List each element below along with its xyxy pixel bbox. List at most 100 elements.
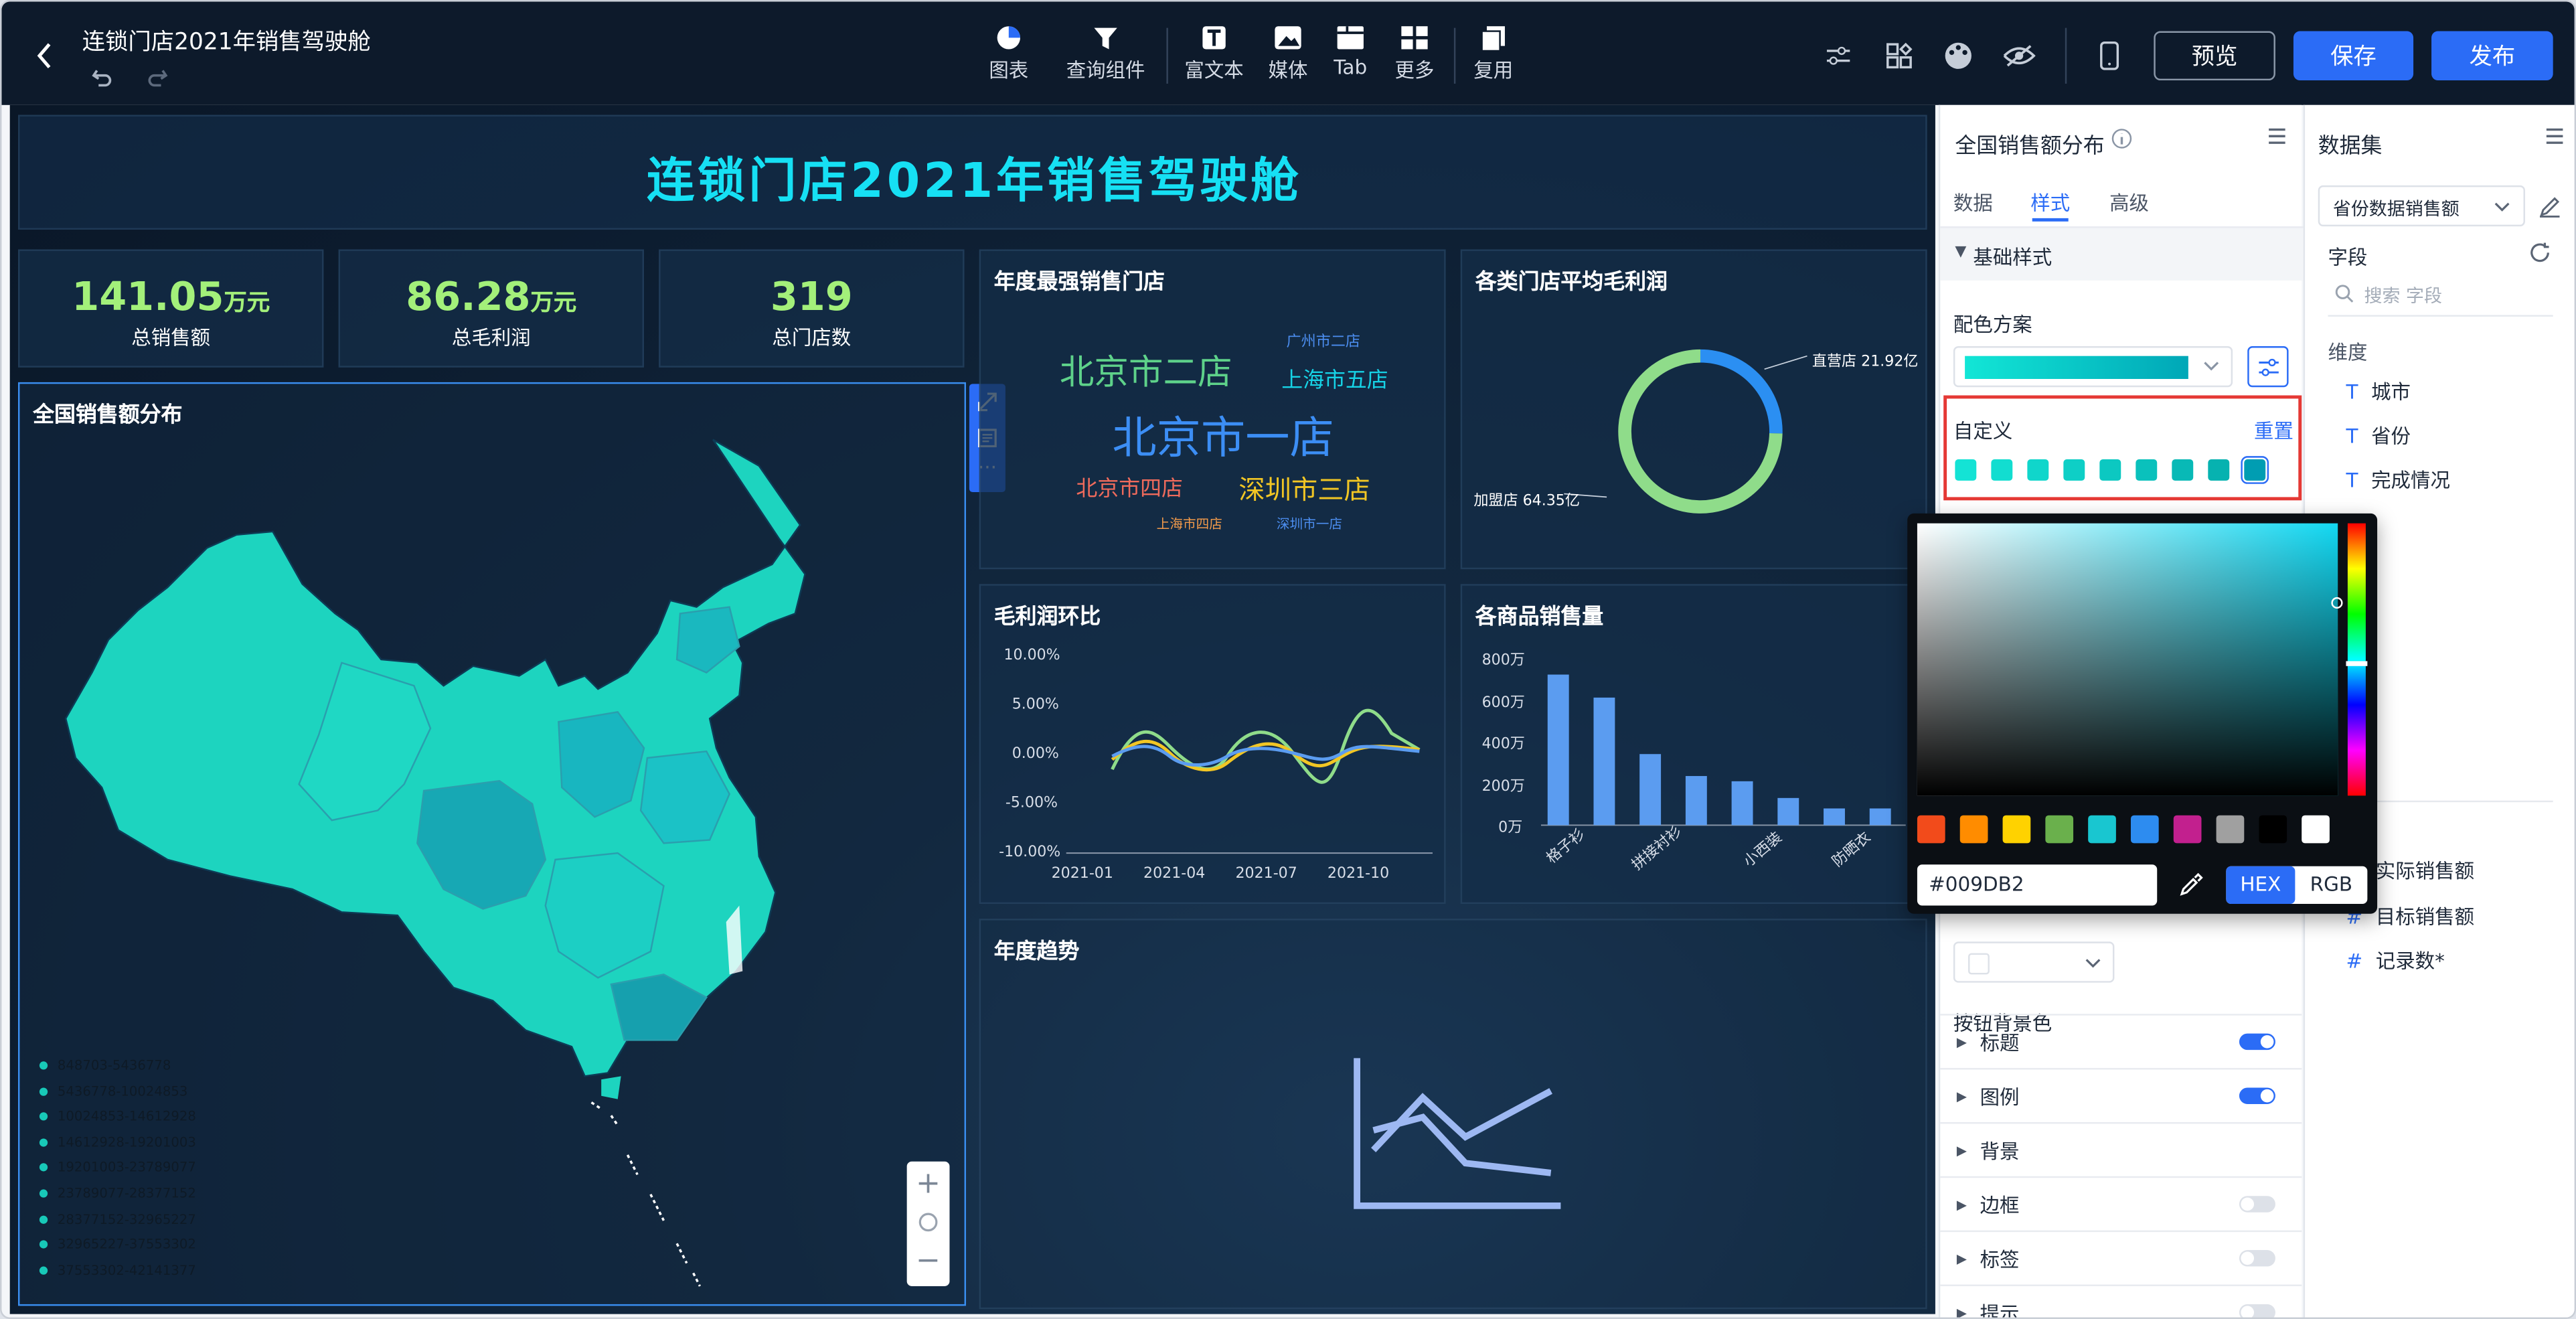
bar[interactable] <box>1869 808 1891 826</box>
tool-more[interactable]: 更多 <box>1395 25 1434 84</box>
tool-tab[interactable]: Tab <box>1332 25 1368 79</box>
preview-button[interactable]: 预览 <box>2154 31 2275 81</box>
palette-swatch[interactable] <box>2172 459 2194 481</box>
layout-icon[interactable] <box>1886 42 1913 69</box>
dimension-field[interactable]: T 完成情况 <box>2346 466 2449 494</box>
palette-swatch[interactable] <box>2241 456 2269 484</box>
legend-item[interactable]: 10024853-14612928 <box>39 1104 196 1130</box>
legend-item[interactable]: 848703-5436778 <box>39 1053 196 1079</box>
style-section[interactable]: ▶ 标题 <box>1940 1014 2302 1068</box>
legend-item[interactable]: 5436778-10024853 <box>39 1079 196 1104</box>
legend-item[interactable]: 32965227-37553302 <box>39 1232 196 1257</box>
palette-swatch[interactable] <box>2027 459 2049 481</box>
preset-color-swatch[interactable] <box>2045 815 2074 844</box>
palette-swatch[interactable] <box>1991 459 2013 481</box>
palette-select[interactable] <box>1953 345 2233 388</box>
tool-richtext[interactable]: 富文本 <box>1183 25 1245 84</box>
palette-icon[interactable] <box>1943 41 1973 70</box>
edit-icon[interactable] <box>2539 196 2561 218</box>
legend-item[interactable]: 23789077-28377152 <box>39 1181 196 1207</box>
line-card[interactable]: 毛利润环比 10.00% 5.00% 0.00% -5.00% -10.00% … <box>979 584 1446 905</box>
preset-color-swatch[interactable] <box>2173 815 2202 844</box>
refresh-icon[interactable] <box>2528 241 2551 264</box>
legend-item[interactable]: 19201003-23789077 <box>39 1156 196 1181</box>
preset-color-swatch[interactable] <box>2302 815 2330 844</box>
style-section[interactable]: ▶ 背景 <box>1940 1121 2302 1176</box>
wordcloud-card[interactable]: 年度最强销售门店 北京市二店 广州市二店 上海市五店 北京市一店 北京市四店 深… <box>979 249 1446 570</box>
preset-color-swatch[interactable] <box>2259 815 2287 844</box>
preset-color-swatch[interactable] <box>2216 815 2245 844</box>
reset-link[interactable]: 重置 <box>2254 416 2293 445</box>
zoom-out-button[interactable]: − <box>907 1243 950 1277</box>
dimension-field[interactable]: T 省份 <box>2346 422 2411 450</box>
bar[interactable] <box>1824 808 1845 826</box>
hue-handle[interactable] <box>2346 661 2368 666</box>
style-section[interactable]: ▶ 标签 <box>1940 1230 2302 1285</box>
preset-color-swatch[interactable] <box>2130 815 2159 844</box>
color-cursor[interactable] <box>2331 597 2343 609</box>
measure-field[interactable]: # 记录数* <box>2346 947 2444 975</box>
section-toggle[interactable] <box>2239 1250 2275 1267</box>
section-toggle[interactable] <box>2239 1033 2275 1051</box>
dataset-select[interactable]: 省份数据销售额 <box>2318 185 2525 227</box>
tool-chart[interactable]: 图表 <box>984 25 1034 84</box>
section-basic-style[interactable]: ▼ 基础样式 <box>1940 226 2304 281</box>
tool-media[interactable]: 媒体 <box>1267 25 1309 84</box>
hue-slider[interactable] <box>2347 523 2366 796</box>
bar[interactable] <box>1685 776 1707 826</box>
palette-settings-button[interactable] <box>2247 345 2289 388</box>
undo-icon[interactable] <box>90 64 113 87</box>
rgb-mode-button[interactable]: RGB <box>2295 866 2367 904</box>
section-toggle[interactable] <box>2239 1087 2275 1104</box>
hide-icon[interactable] <box>2003 43 2036 69</box>
palette-swatch[interactable] <box>2136 459 2158 481</box>
section-toggle[interactable] <box>2239 1304 2275 1318</box>
style-section[interactable]: ▶ 图例 <box>1940 1068 2302 1122</box>
hex-mode-button[interactable]: HEX <box>2226 866 2296 905</box>
kpi-card[interactable]: 319 总门店数 <box>659 249 965 368</box>
saturation-field[interactable] <box>1917 523 2338 796</box>
preset-color-swatch[interactable] <box>2088 815 2116 844</box>
legend-item[interactable]: 14612928-19201003 <box>39 1130 196 1156</box>
trend-card[interactable]: 年度趋势 <box>979 919 1927 1310</box>
section-toggle[interactable] <box>2239 1196 2275 1213</box>
bar-card[interactable]: 各商品销售量 800万 600万 400万 200万 0万 格子衫 拼接衬衫 小… <box>1460 584 1927 905</box>
style-section[interactable]: ▶ 边框 <box>1940 1176 2302 1231</box>
save-button[interactable]: 保存 <box>2293 31 2414 81</box>
info-icon[interactable] <box>2111 128 2133 149</box>
bar[interactable] <box>1639 754 1662 826</box>
bar[interactable] <box>1777 797 1799 826</box>
bar[interactable] <box>1731 781 1753 826</box>
field-search-input[interactable]: 搜索 字段 <box>2364 282 2442 308</box>
zoom-in-button[interactable]: + <box>907 1166 950 1200</box>
legend-item[interactable]: 28377152-32965227 <box>39 1207 196 1232</box>
eyedropper-icon[interactable] <box>2178 872 2203 898</box>
tab-style[interactable]: 样式 <box>2030 189 2070 217</box>
dimension-field[interactable]: T 城市 <box>2346 378 2411 406</box>
settings-sliders-icon[interactable] <box>1826 43 1852 69</box>
redo-icon[interactable] <box>146 64 169 87</box>
tab-data[interactable]: 数据 <box>1953 189 1993 217</box>
preset-color-swatch[interactable] <box>1917 815 1945 844</box>
legend-item[interactable]: 37553302-42141377 <box>39 1258 196 1284</box>
back-icon[interactable] <box>35 41 54 70</box>
palette-swatch[interactable] <box>2208 459 2230 481</box>
tool-reuse[interactable]: 复用 <box>1473 25 1513 84</box>
kpi-card[interactable]: 141.05万元 总销售额 <box>17 249 324 368</box>
kpi-card[interactable]: 86.28万元 总毛利润 <box>338 249 645 368</box>
menu-icon[interactable] <box>2545 128 2564 145</box>
mobile-icon[interactable] <box>2099 41 2119 70</box>
hex-input[interactable]: #009DB2 <box>1917 864 2158 906</box>
palette-swatch[interactable] <box>1955 459 1977 481</box>
preset-color-swatch[interactable] <box>2002 815 2031 844</box>
tab-advanced[interactable]: 高级 <box>2109 189 2149 217</box>
button-bg-select[interactable] <box>1953 941 2115 983</box>
map-card[interactable]: 全国销售额分布 848703-5436778 5436778-10024853 10… <box>17 382 967 1306</box>
bar[interactable] <box>1593 697 1615 826</box>
reset-view-icon[interactable] <box>916 1211 939 1233</box>
bar[interactable] <box>1547 674 1569 826</box>
tool-query[interactable]: 查询组件 <box>1066 25 1145 84</box>
style-section[interactable]: ▶ 提示 <box>1940 1284 2302 1318</box>
palette-swatch[interactable] <box>2099 459 2121 481</box>
menu-icon[interactable] <box>2267 128 2287 145</box>
